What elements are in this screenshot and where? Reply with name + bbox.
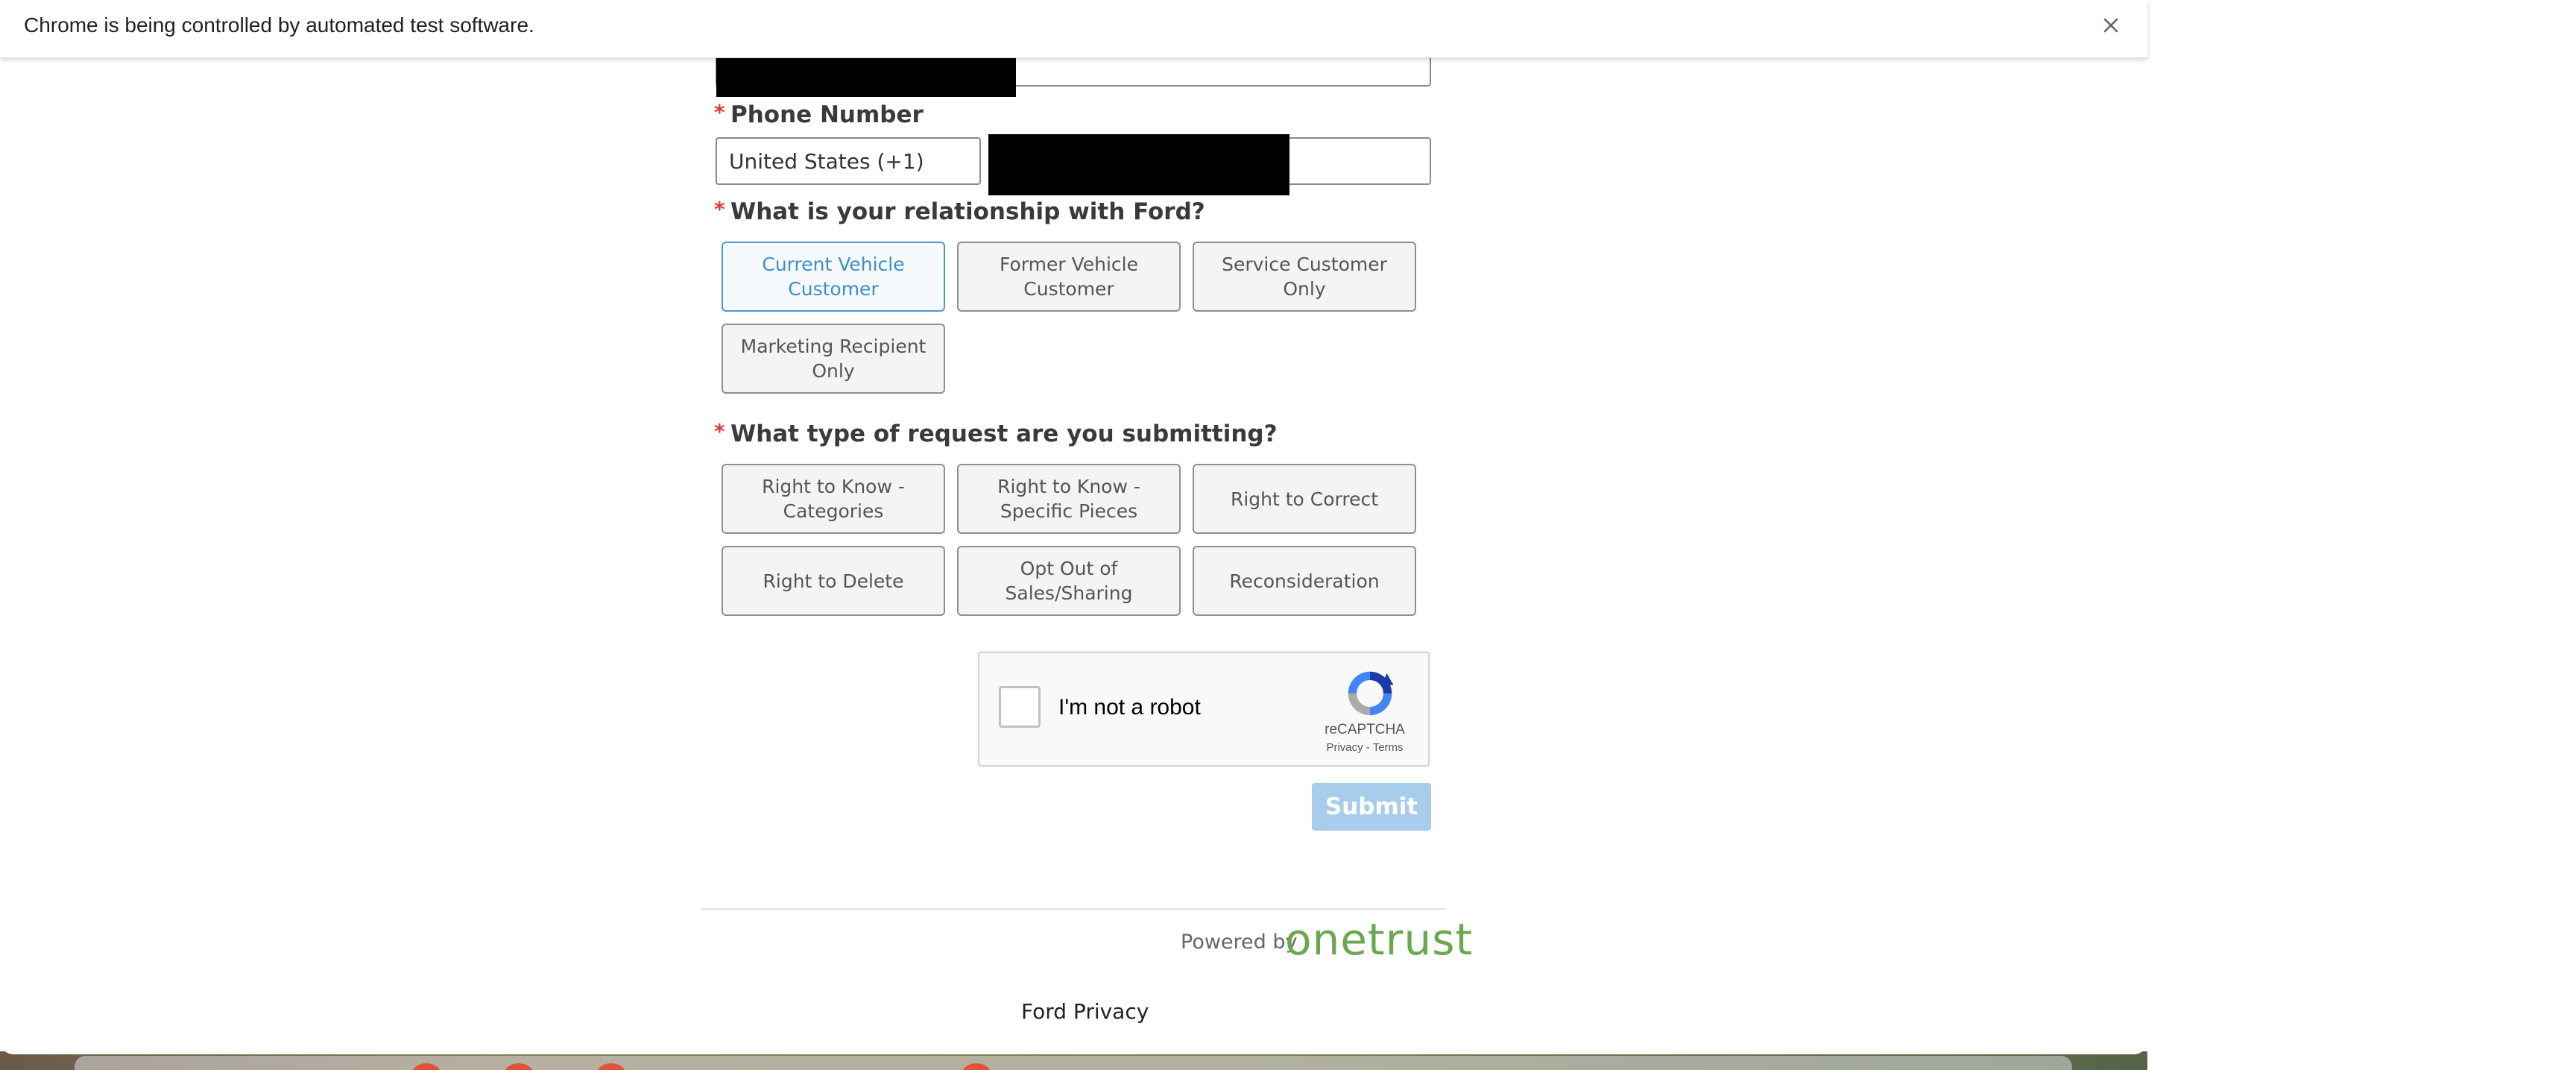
option-label: Service Customer Only	[1222, 254, 1387, 300]
phone-number-label: Phone Number	[730, 101, 924, 128]
relationship-option-marketing-recipient-only[interactable]: Marketing Recipient Only	[722, 324, 945, 394]
option-label: Former Vehicle Customer	[1000, 254, 1138, 300]
onetrust-logo[interactable]: onetrust	[1285, 910, 1473, 969]
request-option-right-to-know-categories[interactable]: Right to Know - Categories	[722, 464, 945, 534]
option-label: Marketing Recipient Only	[740, 336, 926, 382]
request-option-reconsideration[interactable]: Reconsideration	[1193, 546, 1416, 616]
recaptcha-widget: I'm not a robot reCAPTCHA Privacy - Term…	[978, 652, 1430, 767]
required-asterisk: *	[714, 100, 725, 125]
close-icon[interactable]	[2096, 10, 2126, 40]
recaptcha-logo-icon	[1348, 671, 1394, 716]
recaptcha-label: I'm not a robot	[1058, 695, 1201, 720]
relationship-option-former-vehicle-customer[interactable]: Former Vehicle Customer	[957, 242, 1181, 312]
option-label: Right to Know - Specific Pieces	[997, 476, 1140, 522]
powered-by-text: Powered by	[1181, 931, 1298, 954]
request-option-opt-out-of-sales-sharing[interactable]: Opt Out of Sales/Sharing	[957, 546, 1181, 616]
request-option-right-to-know-specific-pieces[interactable]: Right to Know - Specific Pieces	[957, 464, 1181, 534]
desktop-area	[2147, 0, 2576, 1070]
submit-button[interactable]: Submit	[1312, 783, 1431, 831]
ford-privacy-link[interactable]: Ford Privacy	[1021, 999, 1149, 1024]
recaptcha-links: Privacy - Terms	[1309, 741, 1421, 754]
redacted-region	[988, 134, 1289, 195]
required-asterisk: *	[714, 197, 725, 221]
option-label: Reconsideration	[1229, 570, 1380, 592]
option-label: Right to Correct	[1230, 488, 1379, 510]
form-page: * Phone Number United States (+1) * What…	[0, 0, 2147, 1054]
required-asterisk: *	[714, 419, 725, 444]
dock	[75, 1056, 2072, 1070]
recaptcha-privacy-link[interactable]: Privacy	[1326, 741, 1363, 754]
recaptcha-checkbox[interactable]	[999, 686, 1041, 728]
option-label: Right to Delete	[763, 570, 904, 592]
option-label: Opt Out of Sales/Sharing	[1005, 558, 1133, 604]
infobar-message: Chrome is being controlled by automated …	[24, 13, 534, 37]
relationship-option-current-vehicle-customer[interactable]: Current Vehicle Customer	[722, 242, 945, 312]
recaptcha-terms-link[interactable]: Terms	[1373, 741, 1404, 754]
request-option-right-to-delete[interactable]: Right to Delete	[722, 546, 945, 616]
automation-infobar: Chrome is being controlled by automated …	[0, 0, 2147, 58]
country-code-select[interactable]: United States (+1)	[716, 137, 981, 185]
relationship-option-service-customer-only[interactable]: Service Customer Only	[1193, 242, 1416, 312]
request-option-right-to-correct[interactable]: Right to Correct	[1193, 464, 1416, 534]
request-type-question-label: What type of request are you submitting?	[730, 421, 1278, 447]
recaptcha-brand: reCAPTCHA	[1325, 722, 1405, 737]
relationship-question-label: What is your relationship with Ford?	[730, 198, 1205, 225]
option-label: Right to Know - Categories	[762, 476, 905, 522]
recaptcha-link-separator: -	[1363, 741, 1373, 754]
option-label: Current Vehicle Customer	[762, 254, 905, 300]
